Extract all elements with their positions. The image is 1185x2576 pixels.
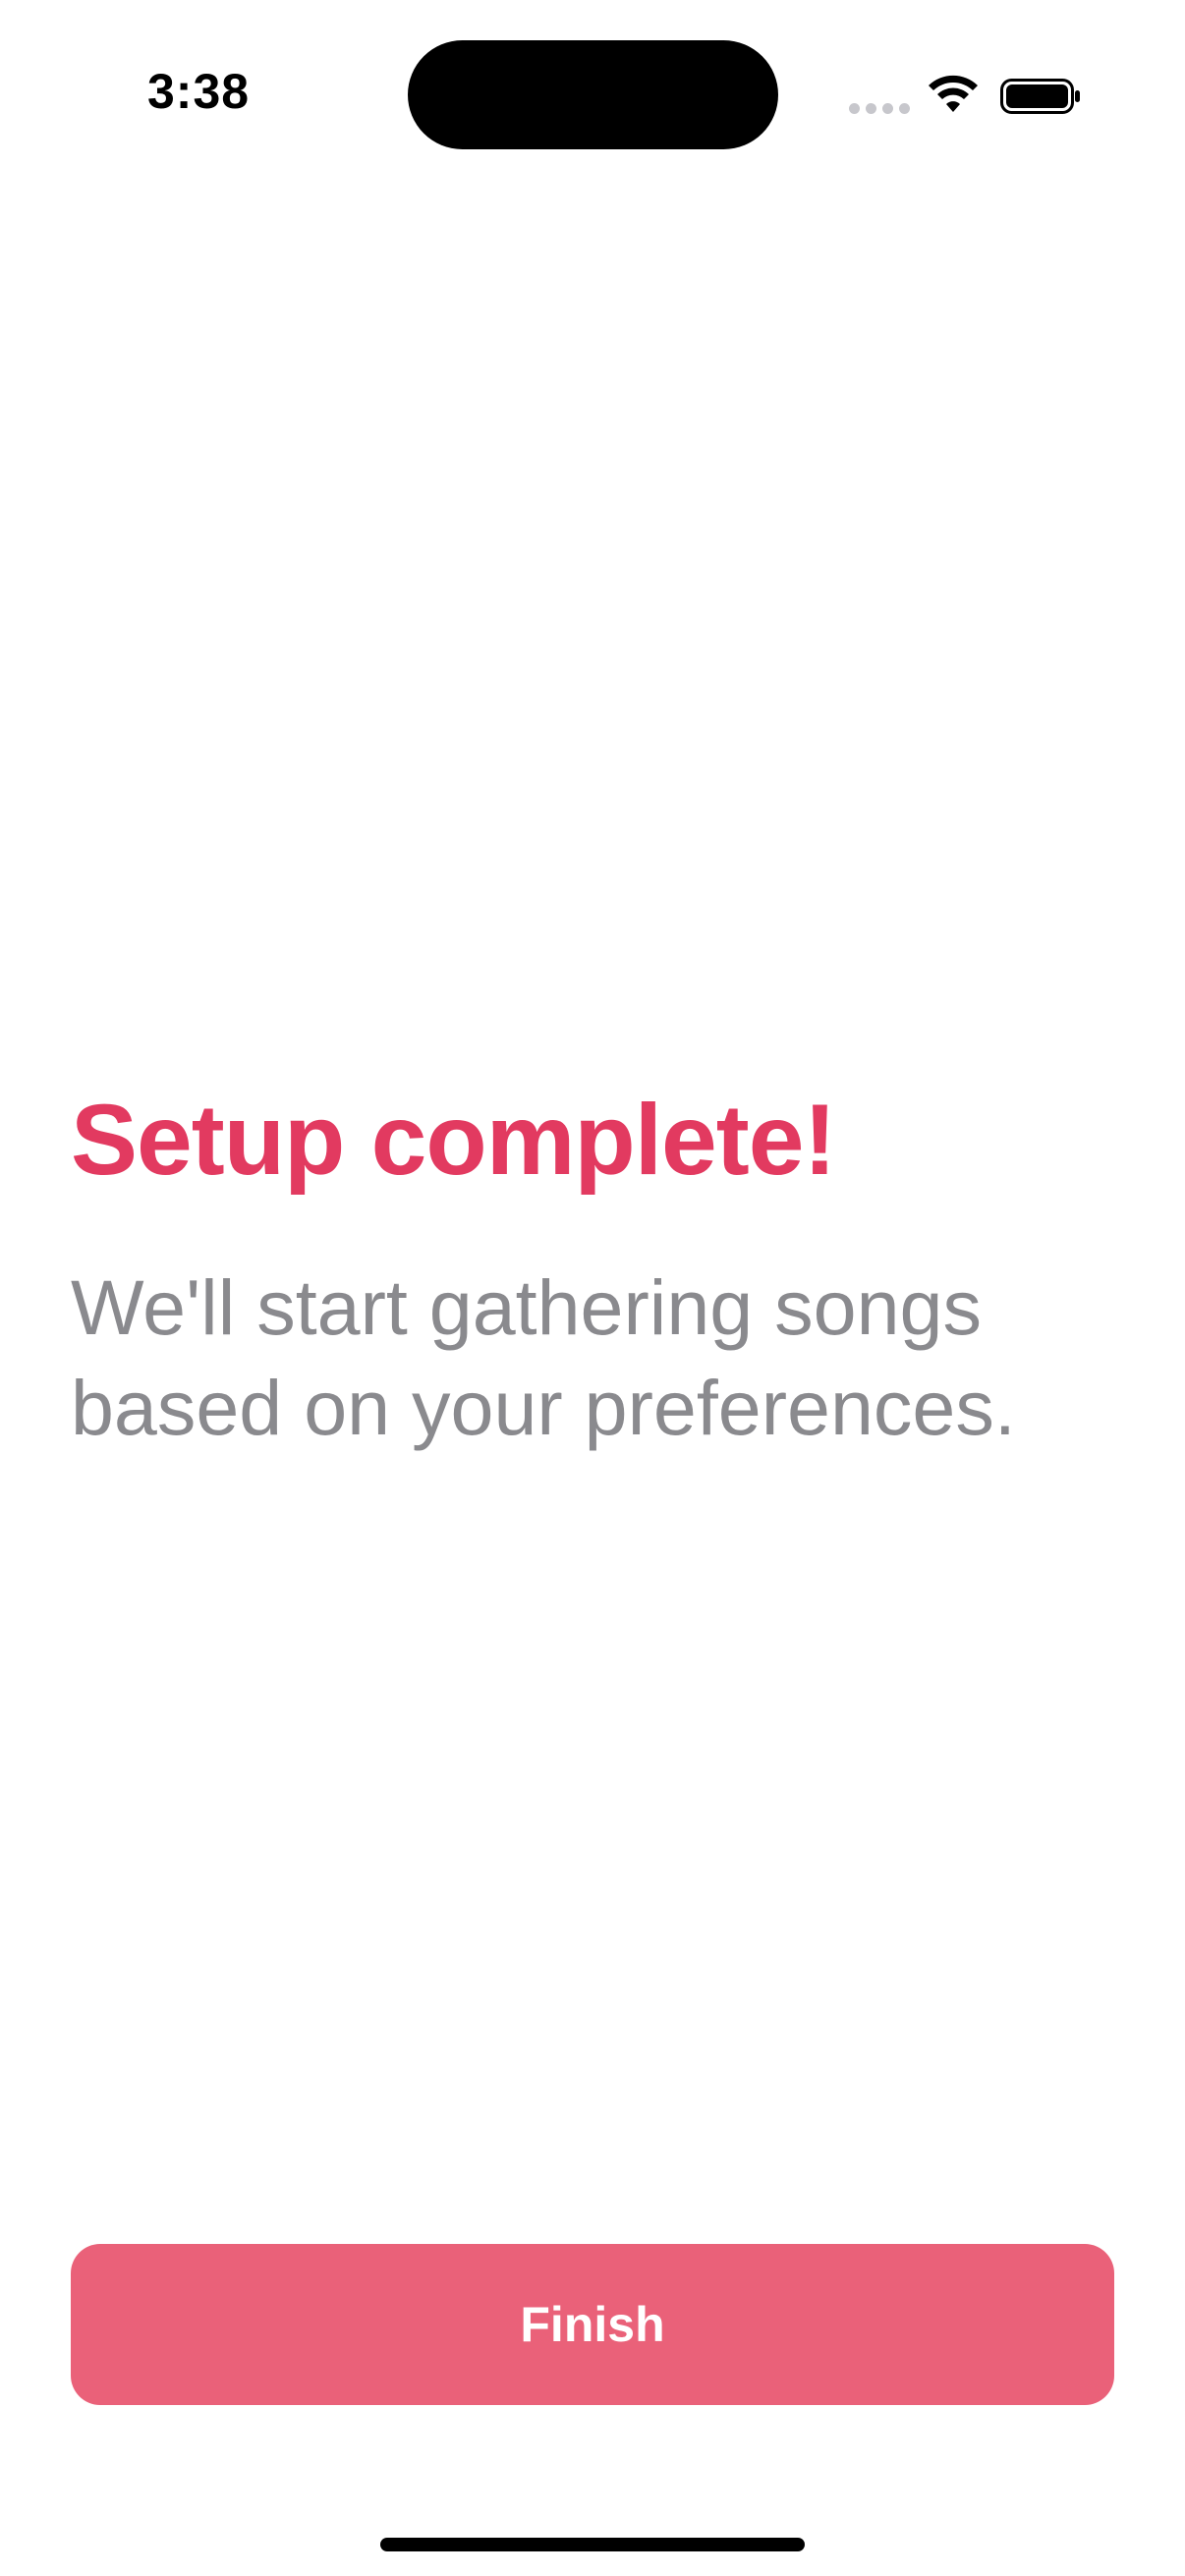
status-bar: 3:38: [0, 0, 1185, 196]
dynamic-island: [408, 40, 778, 149]
cellular-signal-icon: [849, 103, 910, 117]
finish-button[interactable]: Finish: [71, 2244, 1114, 2405]
page-subtitle: We'll start gathering songs based on you…: [71, 1263, 1016, 1451]
status-time: 3:38: [147, 64, 251, 119]
home-indicator[interactable]: [380, 2538, 805, 2551]
battery-icon: [1000, 79, 1080, 114]
page-title: Setup complete!: [71, 1084, 836, 1196]
setup-complete-content: Setup complete! We'll start gathering so…: [71, 1081, 1122, 1458]
wifi-icon: [929, 75, 978, 112]
